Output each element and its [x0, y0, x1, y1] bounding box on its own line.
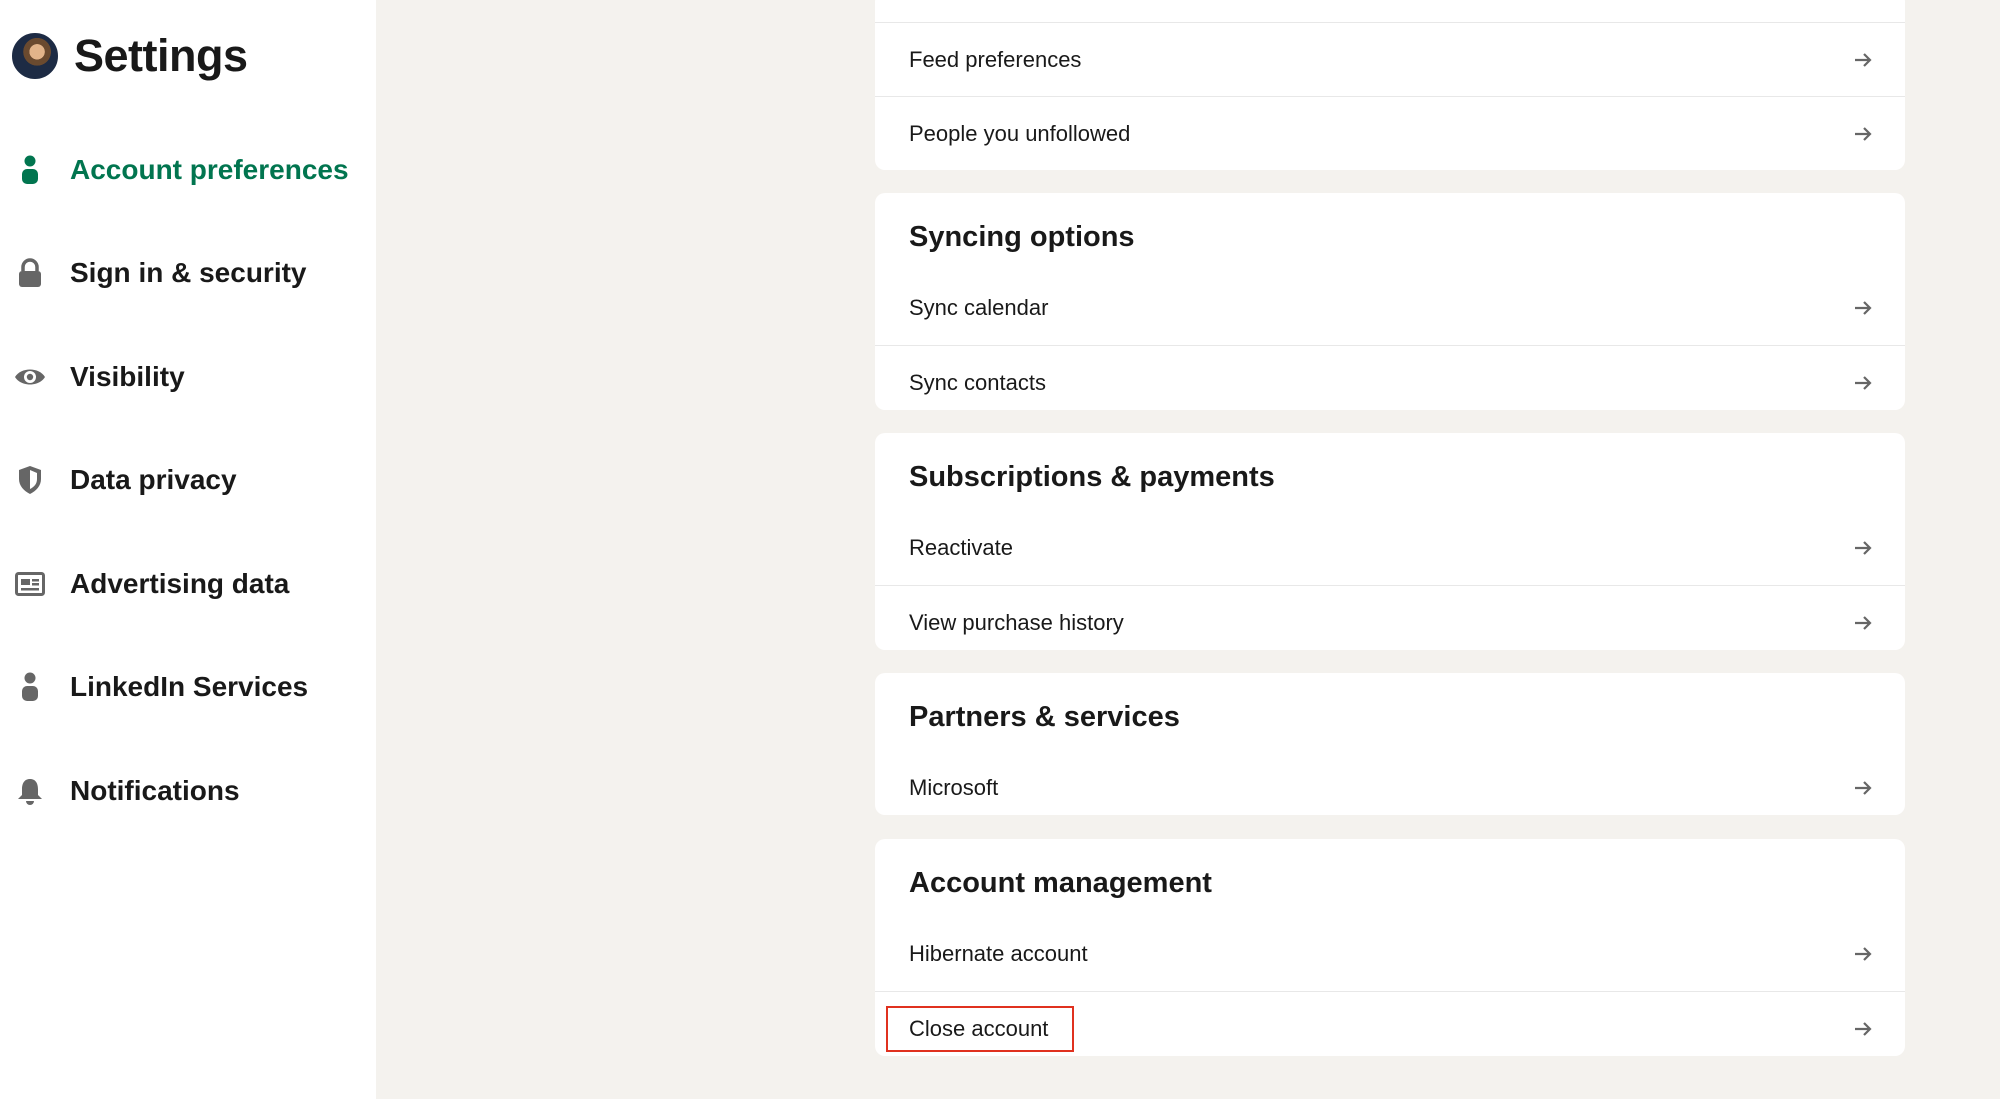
- arrow-right-icon: [1855, 541, 1872, 555]
- section-syncing-options-card: Syncing options Sync calendar Sync conta…: [875, 193, 1905, 410]
- sidebar-item-notifications[interactable]: Notifications: [0, 739, 376, 843]
- person-icon: [14, 154, 46, 186]
- section-title: Account management: [909, 867, 1212, 899]
- shield-icon: [14, 464, 46, 496]
- row-people-you-unfollowed[interactable]: People you unfollowed: [875, 96, 1905, 170]
- row-reactivate[interactable]: Reactivate: [875, 511, 1905, 585]
- sidebar-item-data-privacy[interactable]: Data privacy: [0, 429, 376, 533]
- lock-icon: [14, 257, 46, 289]
- eye-icon: [14, 361, 46, 393]
- sidebar-item-label: Account preferences: [70, 153, 349, 185]
- highlight-box: [886, 1006, 1074, 1052]
- row-sync-calendar[interactable]: Sync calendar: [875, 271, 1905, 345]
- row-microsoft[interactable]: Microsoft: [875, 751, 1905, 815]
- sidebar-item-account-preferences[interactable]: Account preferences: [0, 118, 376, 222]
- section-title: Syncing options: [909, 221, 1135, 253]
- row-label: Feed preferences: [909, 46, 1082, 72]
- settings-main: Feed preferences People you unfollowed S…: [376, 0, 2000, 1099]
- row-label: Sync calendar: [909, 295, 1049, 320]
- avatar[interactable]: [12, 33, 58, 79]
- row-label: Microsoft: [909, 775, 999, 800]
- page-title: Settings: [74, 30, 248, 81]
- sidebar-item-label: LinkedIn Services: [70, 671, 309, 703]
- row-feed-preferences[interactable]: Feed preferences: [875, 22, 1905, 96]
- arrow-right-icon: [1855, 1022, 1872, 1036]
- arrow-right-icon: [1855, 53, 1872, 67]
- sidebar-nav: Account preferences Sign in & security V…: [0, 118, 376, 843]
- bell-icon: [14, 775, 46, 807]
- section-subscriptions-payments-card: Subscriptions & payments Reactivate View…: [875, 433, 1905, 650]
- arrow-right-icon: [1855, 781, 1872, 795]
- arrow-right-icon: [1855, 616, 1872, 630]
- sidebar-item-label: Data privacy: [70, 464, 237, 496]
- row-sync-contacts[interactable]: Sync contacts: [875, 345, 1905, 410]
- sidebar-item-label: Visibility: [70, 360, 185, 392]
- sidebar-item-label: Advertising data: [70, 567, 290, 599]
- sidebar-item-label: Sign in & security: [70, 257, 307, 289]
- sidebar: Settings Account preferences Sign in & s…: [0, 0, 376, 1099]
- arrow-right-icon: [1855, 376, 1872, 390]
- row-label: People you unfollowed: [909, 120, 1131, 146]
- arrow-right-icon: [1855, 947, 1872, 961]
- sidebar-item-visibility[interactable]: Visibility: [0, 325, 376, 429]
- person-icon: [14, 671, 46, 703]
- sidebar-item-sign-in-security[interactable]: Sign in & security: [0, 222, 376, 326]
- section-title: Subscriptions & payments: [909, 461, 1275, 493]
- section-general-card: Feed preferences People you unfollowed: [875, 0, 1905, 170]
- section-partners-services-card: Partners & services Microsoft: [875, 673, 1905, 815]
- sidebar-item-label: Notifications: [70, 774, 240, 806]
- row-view-purchase-history[interactable]: View purchase history: [875, 585, 1905, 650]
- brand-header: Settings: [12, 30, 248, 82]
- section-account-management-card: Account management Hibernate account Clo…: [875, 839, 1905, 1056]
- row-label: Sync contacts: [909, 369, 1046, 395]
- arrow-right-icon: [1855, 301, 1872, 315]
- row-label: Reactivate: [909, 535, 1013, 560]
- row-hibernate-account[interactable]: Hibernate account: [875, 917, 1905, 991]
- ad-card-icon: [14, 568, 46, 600]
- section-title: Partners & services: [909, 701, 1180, 733]
- row-label: View purchase history: [909, 609, 1124, 635]
- sidebar-item-linkedin-services[interactable]: LinkedIn Services: [0, 636, 376, 740]
- arrow-right-icon: [1855, 127, 1872, 141]
- row-label: Hibernate account: [909, 941, 1088, 966]
- sidebar-item-advertising-data[interactable]: Advertising data: [0, 532, 376, 636]
- row-close-account[interactable]: Close account: [875, 991, 1905, 1056]
